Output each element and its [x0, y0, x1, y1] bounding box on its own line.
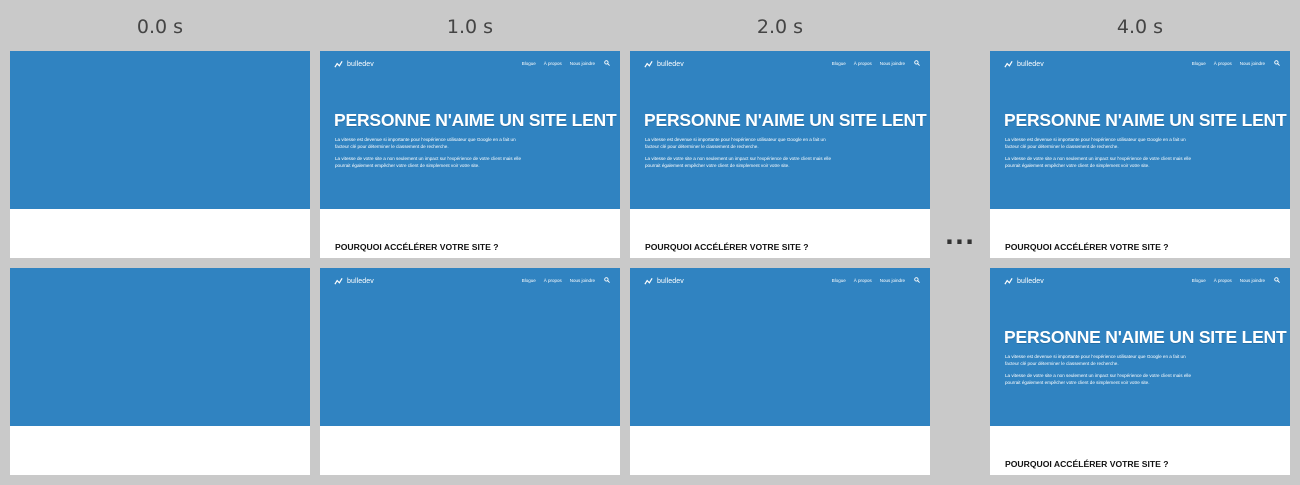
- bulledev-logo-icon: [1004, 277, 1013, 285]
- frame-row1-4s: bulledev Blogue À propos Nous joindre PE…: [990, 51, 1290, 258]
- nav-item-blogue[interactable]: Blogue: [832, 61, 846, 66]
- nav-item-nous-joindre[interactable]: Nous joindre: [570, 278, 595, 283]
- bulledev-logo-icon: [334, 277, 343, 285]
- brand-logo[interactable]: bulledev: [1004, 276, 1044, 286]
- hero-paragraph-2: La vitesse de votre site a non seulement…: [1005, 373, 1191, 385]
- timeline-ellipsis: ...: [944, 222, 976, 250]
- site-nav: bulledev Blogue À propos Nous joindre: [630, 268, 930, 296]
- frame-row2-2s: bulledev Blogue À propos Nous joindre: [630, 268, 930, 475]
- nav-item-a-propos[interactable]: À propos: [854, 278, 872, 283]
- frame-row1-1s: bulledev Blogue À propos Nous joindre PE…: [320, 51, 620, 258]
- nav-item-a-propos[interactable]: À propos: [544, 61, 562, 66]
- brand-logo[interactable]: bulledev: [334, 276, 374, 286]
- brand-logo[interactable]: bulledev: [644, 59, 684, 69]
- search-icon[interactable]: [604, 60, 610, 66]
- hero-banner: bulledev Blogue À propos Nous joindre PE…: [630, 51, 930, 209]
- search-icon[interactable]: [1274, 60, 1280, 66]
- brand-logo[interactable]: bulledev: [644, 276, 684, 286]
- brand-logo[interactable]: bulledev: [1004, 59, 1044, 69]
- bulledev-logo-icon: [334, 60, 343, 68]
- hero-paragraph-2: La vitesse de votre site a non seulement…: [1005, 156, 1191, 168]
- hero-banner: [10, 268, 310, 426]
- search-icon[interactable]: [1274, 277, 1280, 283]
- bulledev-logo-icon: [644, 60, 653, 68]
- nav-item-blogue[interactable]: Blogue: [1192, 278, 1206, 283]
- hero-banner: [10, 51, 310, 209]
- hero-paragraph-1: La vitesse est devenue si importante pou…: [645, 137, 826, 149]
- brand-name: bulledev: [657, 60, 684, 68]
- site-nav: bulledev Blogue À propos Nous joindre: [990, 51, 1290, 79]
- nav-menu: Blogue À propos Nous joindre: [1192, 61, 1265, 66]
- nav-item-a-propos[interactable]: À propos: [544, 278, 562, 283]
- nav-item-blogue[interactable]: Blogue: [522, 278, 536, 283]
- nav-item-nous-joindre[interactable]: Nous joindre: [880, 278, 905, 283]
- nav-menu: Blogue À propos Nous joindre: [832, 61, 905, 66]
- frame-row2-4s: bulledev Blogue À propos Nous joindre PE…: [990, 268, 1290, 475]
- hero-paragraph-1: La vitesse est devenue si importante pou…: [1005, 354, 1186, 366]
- nav-item-nous-joindre[interactable]: Nous joindre: [1240, 61, 1265, 66]
- time-label-2s: 2.0 s: [756, 16, 804, 38]
- frame-row1-2s: bulledev Blogue À propos Nous joindre PE…: [630, 51, 930, 258]
- time-label-1s: 1.0 s: [446, 16, 494, 38]
- site-nav: bulledev Blogue À propos Nous joindre: [320, 268, 620, 296]
- hero-paragraph-1: La vitesse est devenue si importante pou…: [335, 137, 516, 149]
- time-label-0s: 0.0 s: [136, 16, 184, 38]
- nav-item-a-propos[interactable]: À propos: [1214, 278, 1232, 283]
- nav-item-nous-joindre[interactable]: Nous joindre: [1240, 278, 1265, 283]
- nav-item-a-propos[interactable]: À propos: [854, 61, 872, 66]
- brand-name: bulledev: [1017, 277, 1044, 285]
- nav-item-blogue[interactable]: Blogue: [832, 278, 846, 283]
- hero-banner: bulledev Blogue À propos Nous joindre: [320, 268, 620, 426]
- nav-item-a-propos[interactable]: À propos: [1214, 61, 1232, 66]
- hero-paragraph-1: La vitesse est devenue si importante pou…: [1005, 137, 1186, 149]
- nav-menu: Blogue À propos Nous joindre: [522, 61, 595, 66]
- hero-headline: PERSONNE N'AIME UN SITE LENT: [1004, 327, 1287, 347]
- nav-item-blogue[interactable]: Blogue: [1192, 61, 1206, 66]
- frame-row2-1s: bulledev Blogue À propos Nous joindre: [320, 268, 620, 475]
- hero-banner: bulledev Blogue À propos Nous joindre PE…: [990, 51, 1290, 209]
- section-title: POURQUOI ACCÉLÉRER VOTRE SITE ?: [1005, 459, 1169, 469]
- hero-paragraph-2: La vitesse de votre site a non seulement…: [335, 156, 521, 168]
- hero-banner: bulledev Blogue À propos Nous joindre: [630, 268, 930, 426]
- hero-banner: bulledev Blogue À propos Nous joindre PE…: [990, 268, 1290, 426]
- site-nav: bulledev Blogue À propos Nous joindre: [630, 51, 930, 79]
- hero-headline: PERSONNE N'AIME UN SITE LENT: [1004, 110, 1287, 130]
- search-icon[interactable]: [604, 277, 610, 283]
- search-icon[interactable]: [914, 277, 920, 283]
- nav-menu: Blogue À propos Nous joindre: [832, 278, 905, 283]
- frame-row2-0s: [10, 268, 310, 475]
- hero-headline: PERSONNE N'AIME UN SITE LENT: [644, 110, 927, 130]
- nav-item-nous-joindre[interactable]: Nous joindre: [570, 61, 595, 66]
- hero-headline: PERSONNE N'AIME UN SITE LENT: [334, 110, 617, 130]
- hero-banner: bulledev Blogue À propos Nous joindre PE…: [320, 51, 620, 209]
- brand-name: bulledev: [657, 277, 684, 285]
- site-nav: bulledev Blogue À propos Nous joindre: [320, 51, 620, 79]
- brand-logo[interactable]: bulledev: [334, 59, 374, 69]
- section-title: POURQUOI ACCÉLÉRER VOTRE SITE ?: [1005, 242, 1169, 252]
- brand-name: bulledev: [347, 60, 374, 68]
- section-title: POURQUOI ACCÉLÉRER VOTRE SITE ?: [335, 242, 499, 252]
- brand-name: bulledev: [347, 277, 374, 285]
- search-icon[interactable]: [914, 60, 920, 66]
- bulledev-logo-icon: [644, 277, 653, 285]
- nav-menu: Blogue À propos Nous joindre: [1192, 278, 1265, 283]
- nav-item-blogue[interactable]: Blogue: [522, 61, 536, 66]
- hero-paragraph-2: La vitesse de votre site a non seulement…: [645, 156, 831, 168]
- section-title: POURQUOI ACCÉLÉRER VOTRE SITE ?: [645, 242, 809, 252]
- nav-menu: Blogue À propos Nous joindre: [522, 278, 595, 283]
- brand-name: bulledev: [1017, 60, 1044, 68]
- bulledev-logo-icon: [1004, 60, 1013, 68]
- nav-item-nous-joindre[interactable]: Nous joindre: [880, 61, 905, 66]
- time-label-4s: 4.0 s: [1116, 16, 1164, 38]
- site-nav: bulledev Blogue À propos Nous joindre: [990, 268, 1290, 296]
- frame-row1-0s: [10, 51, 310, 258]
